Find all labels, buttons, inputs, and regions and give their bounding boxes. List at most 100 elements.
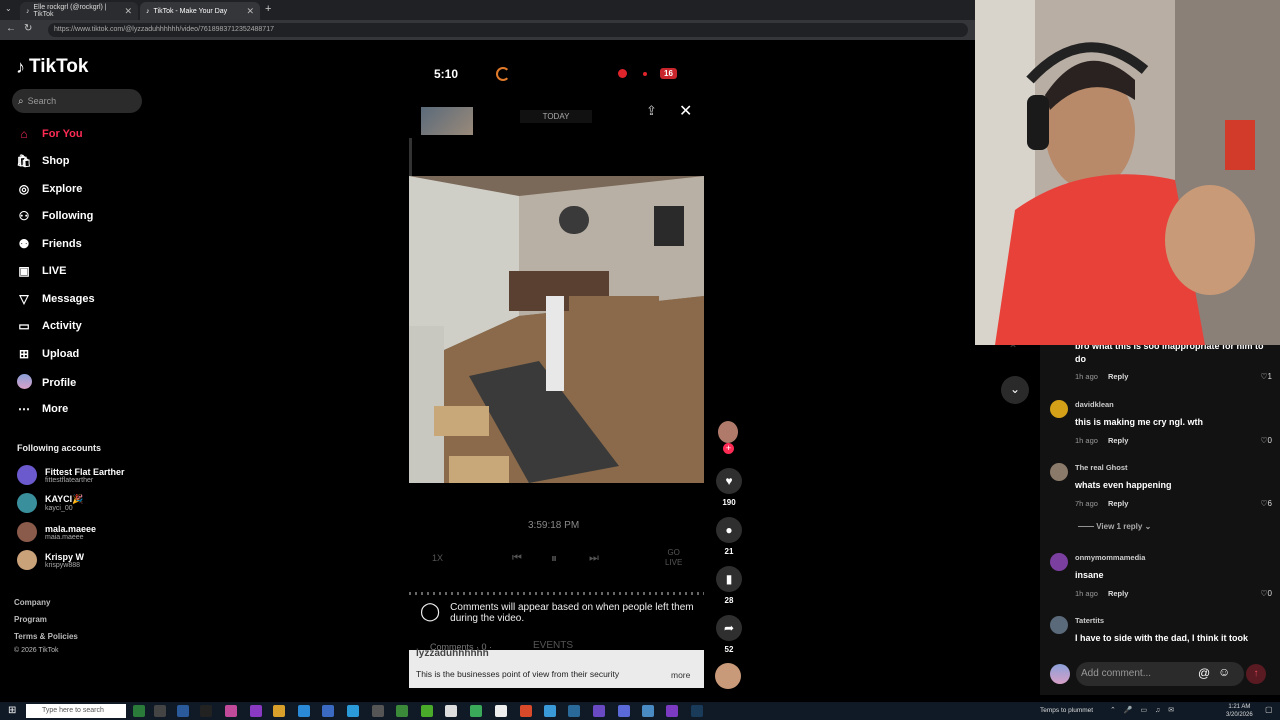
taskbar-app-icon[interactable] [593, 705, 605, 717]
taskbar-app-icon[interactable] [177, 705, 189, 717]
comment-username[interactable]: onmymommamedia [1075, 553, 1145, 562]
comment-username[interactable]: Tatertits [1075, 616, 1104, 625]
footer-company-link[interactable]: Company [14, 598, 50, 607]
account-handle: maia.maeee [45, 533, 84, 541]
footer-terms-link[interactable]: Terms & Policies [14, 632, 78, 641]
taskbar-app-icon[interactable] [200, 705, 212, 717]
previous-icon[interactable]: ⏮ [512, 552, 522, 565]
reload-icon[interactable]: ↻ [24, 23, 32, 34]
view-replies-button[interactable]: —— View 1 reply ⌄ [1078, 522, 1151, 531]
author-handle[interactable]: lyzzaduhhhhhh [416, 648, 489, 659]
search-input[interactable]: ⌕ Search [12, 89, 142, 113]
sidebar-item-following[interactable]: ⚇ Following [16, 209, 94, 223]
reply-button[interactable]: Reply [1108, 589, 1128, 598]
like-count: 0 [1267, 436, 1272, 445]
sidebar-item-more[interactable]: ⋯ More [16, 402, 68, 416]
notification-icon[interactable]: ▢ [1265, 705, 1273, 714]
taskbar-app-icon[interactable] [133, 705, 145, 717]
comment-likes[interactable]: ♡6 [1260, 499, 1272, 508]
taskbar-app-icon[interactable] [225, 705, 237, 717]
comment-likes[interactable]: ♡0 [1260, 589, 1272, 598]
taskbar-app-icon[interactable] [470, 705, 482, 717]
speed-button[interactable]: 1X [432, 553, 443, 563]
taskbar-app-icon[interactable] [298, 705, 310, 717]
caption-more-link[interactable]: more [671, 670, 690, 680]
weather-widget[interactable]: Temps to plummet [1040, 707, 1093, 714]
tiktok-logo[interactable]: ♪ TikTok [16, 56, 88, 78]
taskbar-app-icon[interactable] [347, 705, 359, 717]
footer-program-link[interactable]: Program [14, 615, 47, 624]
taskbar-app-icon[interactable] [250, 705, 262, 717]
taskbar-app-icon[interactable] [445, 705, 457, 717]
following-account[interactable]: mala.maeee maia.maeee [17, 522, 96, 542]
url-field[interactable]: https://www.tiktok.com/@lyzzaduhhhhhh/vi… [48, 23, 968, 37]
sidebar-item-explore[interactable]: ◎ Explore [16, 182, 83, 196]
emoji-icon[interactable]: ☺ [1218, 665, 1230, 679]
tab-list-icon[interactable]: ⌄ [5, 4, 12, 13]
comment-likes[interactable]: ♡1 [1260, 372, 1272, 381]
save-action[interactable]: ▮ 28 [716, 566, 742, 605]
follow-plus-icon[interactable]: + [723, 443, 734, 454]
reply-button[interactable]: Reply [1108, 436, 1128, 445]
new-tab-button[interactable]: + [265, 3, 271, 15]
taskbar-app-icon[interactable] [322, 705, 334, 717]
taskbar-app-icon[interactable] [273, 705, 285, 717]
creator-avatar[interactable] [718, 421, 738, 443]
windows-start-icon[interactable]: ⊞ [8, 705, 16, 716]
sidebar-item-live[interactable]: ▣ LIVE [16, 264, 66, 278]
taskbar-app-icon[interactable] [691, 705, 703, 717]
taskbar-clock[interactable]: 1:21 AM 3/20/2026 [1226, 703, 1253, 719]
close-tab-icon[interactable]: ✕ [124, 6, 132, 17]
share-video-icon[interactable]: ⇪ [646, 103, 657, 119]
following-account[interactable]: Krispy Wkrispyw888 [17, 550, 84, 570]
following-account[interactable]: Fittest Flat Earther fittestflatearther [17, 465, 125, 485]
comment-username[interactable]: The real Ghost [1075, 463, 1128, 472]
sidebar-item-upload[interactable]: ⊞ Upload [16, 347, 79, 361]
share-action[interactable]: ➦ 52 [716, 615, 742, 654]
taskbar-app-icon[interactable] [568, 705, 580, 717]
back-icon[interactable]: ← [6, 23, 16, 34]
go-live-button[interactable]: GO LIVE [665, 548, 682, 568]
taskbar-app-icon[interactable] [618, 705, 630, 717]
comment-username[interactable]: davidklean [1075, 400, 1114, 409]
post-comment-button[interactable]: ↑ [1246, 664, 1266, 684]
comment-action[interactable]: ● 21 [716, 517, 742, 556]
taskbar-search[interactable]: Type here to search [26, 704, 126, 718]
taskbar-app-icon[interactable] [421, 705, 433, 717]
timeline-track[interactable] [409, 592, 704, 595]
like-action[interactable]: ♥ 190 [716, 468, 742, 507]
taskbar-app-icon[interactable] [666, 705, 678, 717]
video-thumbnail[interactable] [421, 107, 473, 135]
reply-button[interactable]: Reply [1108, 499, 1128, 508]
close-icon[interactable]: ✕ [679, 101, 692, 121]
sidebar-item-activity[interactable]: ▭ Activity [16, 319, 81, 333]
scroll-down-button[interactable]: ⌄ [1001, 376, 1029, 404]
reply-button[interactable]: Reply [1108, 372, 1128, 381]
footer-copyright: © 2026 TikTok [14, 647, 59, 654]
sidebar-item-profile[interactable]: Profile [16, 374, 76, 392]
video-player[interactable] [409, 176, 704, 483]
account-name: KAYCI🎉 [45, 494, 84, 504]
tab-elle-rockgrl[interactable]: ♪ Elle rockgrl (@rockgrl) | TikTok ✕ [20, 2, 138, 20]
taskbar-app-icon[interactable] [495, 705, 507, 717]
record-dot-icon [618, 69, 627, 78]
comment-likes[interactable]: ♡0 [1260, 436, 1272, 445]
sidebar-item-shop[interactable]: 🛍 Shop [16, 154, 69, 168]
pause-icon[interactable]: ⏸ [551, 551, 557, 566]
taskbar-app-icon[interactable] [154, 705, 166, 717]
taskbar-app-icon[interactable] [642, 705, 654, 717]
taskbar-app-icon[interactable] [520, 705, 532, 717]
mention-icon[interactable]: @ [1198, 666, 1210, 680]
next-icon[interactable]: ⏭ [589, 552, 599, 565]
sidebar-item-friends[interactable]: ⚉ Friends [16, 237, 82, 251]
close-tab-icon[interactable]: ✕ [246, 6, 254, 17]
tab-tiktok-active[interactable]: ♪ TikTok - Make Your Day ✕ [140, 2, 260, 20]
sound-avatar[interactable] [715, 663, 741, 689]
sidebar-item-for-you[interactable]: ⌂ For You [16, 127, 82, 141]
system-tray-icons[interactable]: ⌃ 🎤 ▭ ♫ ✉ [1110, 706, 1177, 714]
taskbar-app-icon[interactable] [396, 705, 408, 717]
taskbar-app-icon[interactable] [544, 705, 556, 717]
following-account[interactable]: KAYCI🎉 kayci_00 [17, 493, 83, 513]
sidebar-item-messages[interactable]: ▽ Messages [16, 292, 94, 306]
taskbar-app-icon[interactable] [372, 705, 384, 717]
